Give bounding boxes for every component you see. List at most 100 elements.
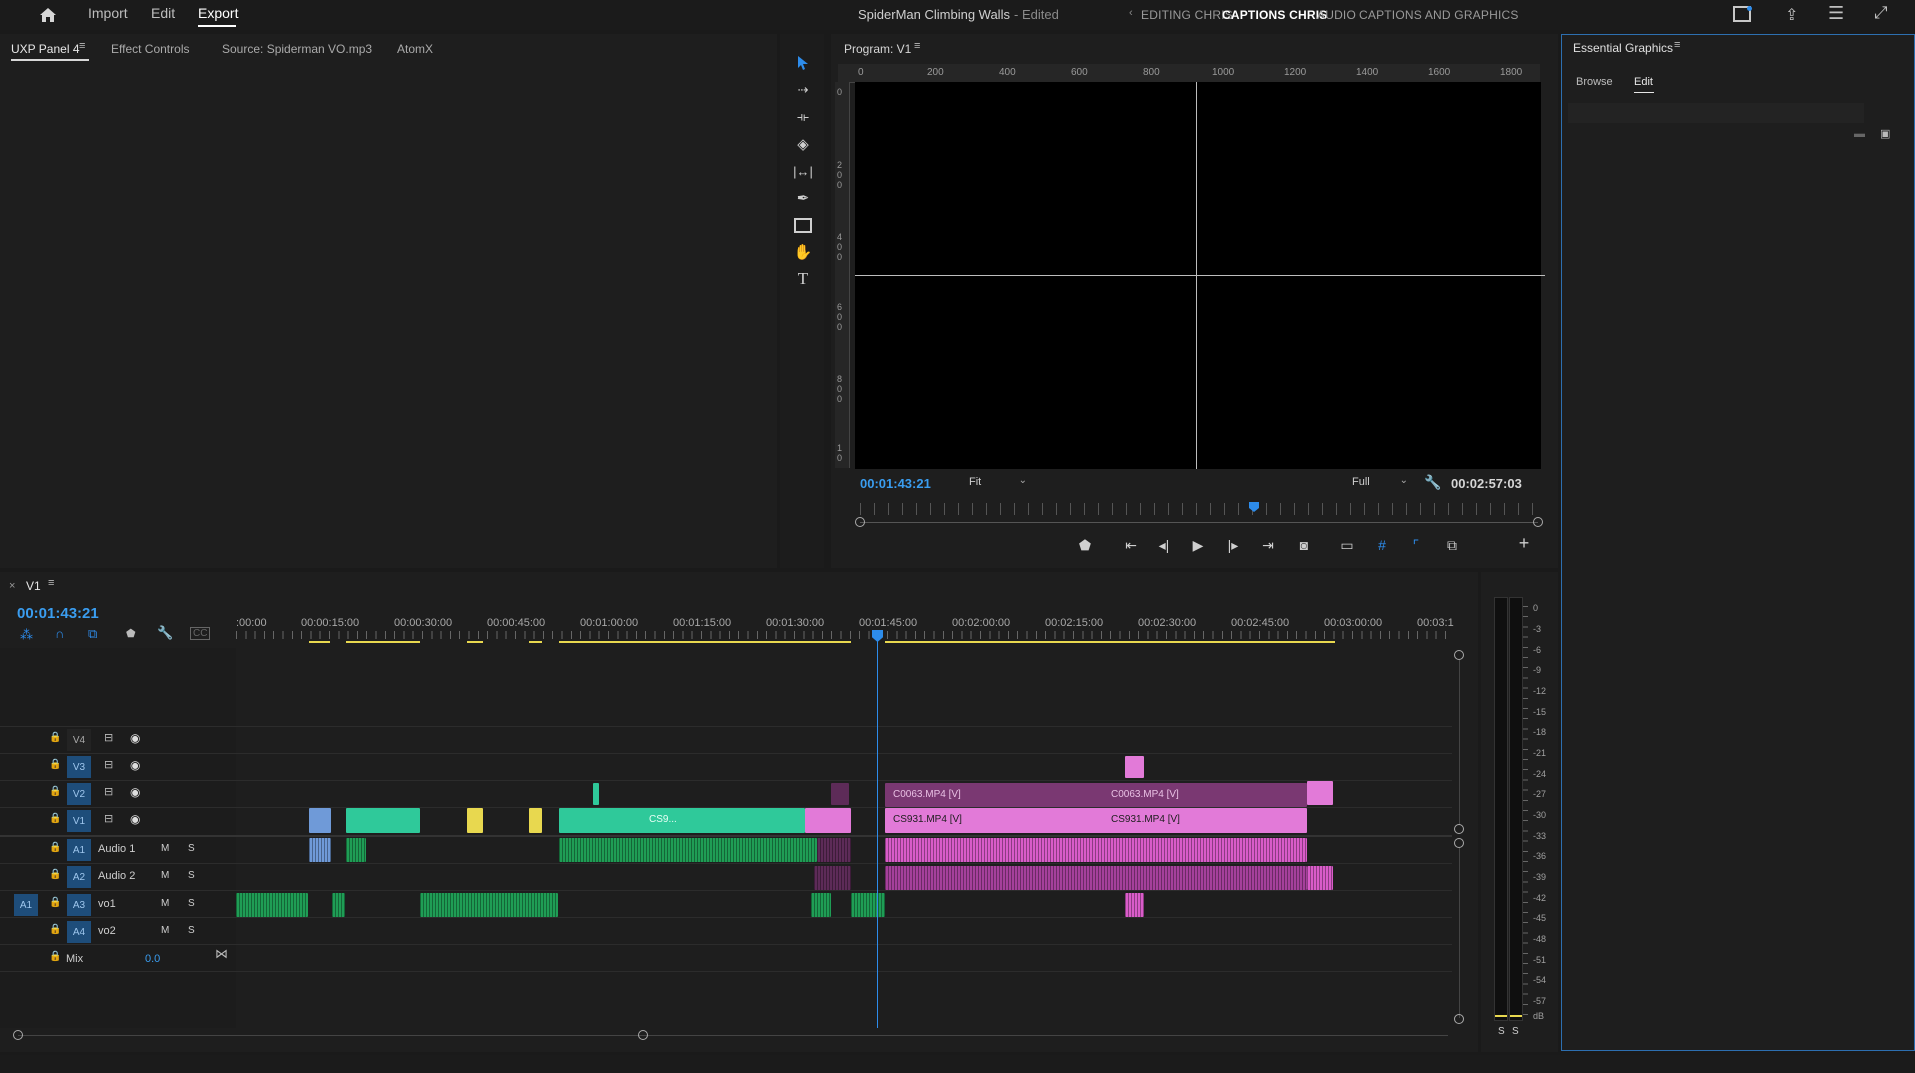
program-current-timecode[interactable]: 00:01:43:21 xyxy=(860,476,931,491)
meter-solo-right[interactable]: S xyxy=(1512,1026,1519,1037)
captions-icon[interactable]: CC xyxy=(190,627,211,640)
v2-clip-c0063[interactable]: C0063.MP4 [V] xyxy=(885,783,1307,807)
guides-icon[interactable]: # xyxy=(1371,537,1393,553)
home-icon[interactable] xyxy=(38,5,58,25)
add-marker-timeline-icon[interactable]: ⬟ xyxy=(126,627,136,640)
track-a1-label[interactable]: A1 xyxy=(67,839,91,861)
track-a2-label[interactable]: A2 xyxy=(67,866,91,888)
a2-clip-pink-end[interactable] xyxy=(1307,866,1333,890)
pen-tool-icon[interactable]: ✒ xyxy=(790,187,816,209)
multicam-icon[interactable]: ⧉ xyxy=(1441,537,1463,554)
quality-dropdown[interactable]: Full ⌄ xyxy=(1348,474,1412,492)
sync-icon[interactable]: ⊟ xyxy=(104,758,113,771)
menu-edit[interactable]: Edit xyxy=(151,5,175,21)
workspace-captions-chris[interactable]: CAPTIONS CHRIS xyxy=(1222,8,1327,22)
step-back-icon[interactable]: ◂| xyxy=(1153,537,1175,554)
track-v3-label[interactable]: V3 xyxy=(67,756,91,778)
snap-icon[interactable]: ∩ xyxy=(55,626,64,641)
a1-clip-blue[interactable] xyxy=(309,838,331,862)
track-v4-label[interactable]: V4 xyxy=(67,729,91,751)
a1-clip-dark[interactable] xyxy=(817,838,851,862)
share-icon[interactable]: ⇪ xyxy=(1785,5,1798,25)
solo-button[interactable]: S xyxy=(188,843,195,854)
a3-clip-green-4[interactable] xyxy=(811,893,831,917)
track-select-tool-icon[interactable]: ⇢ xyxy=(790,79,816,101)
tab-source[interactable]: Source: Spiderman VO.mp3 xyxy=(222,42,372,56)
eye-icon[interactable]: ◉ xyxy=(130,812,140,826)
v-scroll-top-handle[interactable] xyxy=(1454,650,1464,660)
workspace-arrow-icon[interactable]: ‹ xyxy=(1129,7,1133,19)
new-layer-icon[interactable]: ▣ xyxy=(1880,127,1890,140)
timeline-ruler-ticks[interactable] xyxy=(236,631,1452,639)
linked-selection-icon[interactable]: ⧉ xyxy=(88,626,97,642)
eg-tab-browse[interactable]: Browse xyxy=(1576,76,1613,88)
a3-clip-green-3[interactable] xyxy=(420,893,558,917)
hand-tool-icon[interactable]: ✋ xyxy=(790,241,816,263)
a2-clip-dark[interactable] xyxy=(814,866,851,890)
track-v1-label[interactable]: V1 xyxy=(67,810,91,832)
a3-clip-green-5[interactable] xyxy=(851,893,885,917)
snap-guides-icon[interactable]: ⌜ xyxy=(1405,537,1427,554)
go-to-in-icon[interactable]: ⇤ xyxy=(1120,537,1142,554)
settings-wrench-icon[interactable]: 🔧 xyxy=(1424,474,1441,491)
v1-clip-green-1[interactable] xyxy=(346,808,420,833)
solo-button[interactable]: S xyxy=(188,898,195,909)
close-sequence-icon[interactable]: × xyxy=(9,580,15,592)
fullscreen-icon[interactable]: ⤢ xyxy=(1874,3,1888,23)
a-scroll-bottom-handle[interactable] xyxy=(1454,1014,1464,1024)
meter-solo-left[interactable]: S xyxy=(1498,1026,1505,1037)
tab-atomx[interactable]: AtomX xyxy=(397,42,433,56)
workspace-captions-graphics[interactable]: CAPTIONS AND GRAPHICS xyxy=(1359,8,1519,22)
workspace-audio[interactable]: AUDIO xyxy=(1317,8,1356,22)
play-icon[interactable]: ▶ xyxy=(1187,537,1209,554)
a3-clip-pink[interactable] xyxy=(1125,893,1144,917)
v1-clip-cs931[interactable]: CS931.MP4 [V] CS931.MP4 [V] xyxy=(885,808,1307,833)
go-to-out-icon[interactable]: ⇥ xyxy=(1257,537,1279,554)
v-scroll-line[interactable] xyxy=(1459,660,1460,825)
v1-clip-yellow-1[interactable] xyxy=(467,808,483,833)
lock-icon[interactable]: 🔒 xyxy=(49,813,61,824)
track-a3-label[interactable]: A3 xyxy=(67,894,91,916)
v3-clip-pink[interactable] xyxy=(1125,756,1144,778)
mute-button[interactable]: M xyxy=(161,843,169,854)
type-tool-icon[interactable]: T xyxy=(790,268,816,290)
a1-clip-pink[interactable] xyxy=(885,838,1307,862)
h-scroll-line[interactable] xyxy=(18,1035,1448,1036)
lock-icon[interactable]: 🔒 xyxy=(49,786,61,797)
solo-button[interactable]: S xyxy=(188,925,195,936)
v1-clip-pink-short[interactable] xyxy=(805,808,851,833)
selection-tool-icon[interactable] xyxy=(790,52,816,74)
h-scroll-right-handle[interactable] xyxy=(638,1030,648,1040)
tab-effect-controls[interactable]: Effect Controls xyxy=(111,42,189,56)
track-a4-label[interactable]: A4 xyxy=(67,921,91,943)
a3-clip-green-1[interactable] xyxy=(236,893,308,917)
sync-icon[interactable]: ⊟ xyxy=(104,812,113,825)
a1-clip-green-2[interactable] xyxy=(559,838,817,862)
safe-margins-icon[interactable]: ▭ xyxy=(1336,537,1358,554)
sequence-menu-icon[interactable]: ≡ xyxy=(48,577,54,589)
a2-clip-pink[interactable] xyxy=(885,866,1307,890)
v2-clip-dark[interactable] xyxy=(831,783,849,805)
track-v2-label[interactable]: V2 xyxy=(67,783,91,805)
tab-uxp-panel[interactable]: UXP Panel 4 xyxy=(11,42,80,56)
mix-value[interactable]: 0.0 xyxy=(145,953,160,965)
eg-layers-area[interactable] xyxy=(1568,103,1864,123)
lock-icon[interactable]: 🔒 xyxy=(49,842,61,853)
sync-icon[interactable]: ⊟ xyxy=(104,785,113,798)
lock-icon[interactable]: 🔒 xyxy=(49,924,61,935)
panel-menu-icon[interactable]: ≡ xyxy=(79,40,85,52)
rectangle-tool-icon[interactable] xyxy=(790,214,816,236)
sequence-tab[interactable]: V1 xyxy=(26,579,41,593)
razor-tool-icon[interactable]: ◈ xyxy=(790,133,816,155)
nest-toggle-icon[interactable]: ⁂ xyxy=(20,627,33,643)
timeline-current-timecode[interactable]: 00:01:43:21 xyxy=(17,605,99,622)
a-scroll-line[interactable] xyxy=(1459,848,1460,1018)
v1-clip-green-2[interactable]: CS9... xyxy=(559,808,805,833)
lock-icon[interactable]: 🔒 xyxy=(49,759,61,770)
workspace-menu-icon[interactable]: ☰ xyxy=(1828,3,1844,24)
folder-icon[interactable]: ▬ xyxy=(1854,128,1865,140)
fit-dropdown[interactable]: Fit ⌄ xyxy=(963,474,1031,492)
step-forward-icon[interactable]: |▸ xyxy=(1222,537,1244,554)
mute-button[interactable]: M xyxy=(161,870,169,881)
v2-clip-pink-end[interactable] xyxy=(1307,781,1333,805)
